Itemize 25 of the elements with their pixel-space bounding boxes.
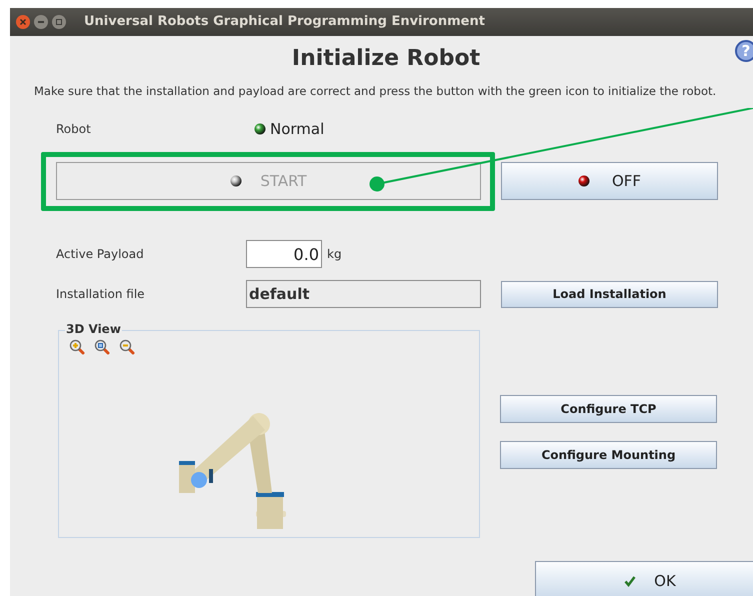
power-button[interactable]: OFF [501, 162, 718, 200]
payload-unit: kg [327, 246, 342, 263]
checkmark-icon [624, 575, 636, 587]
zoom-fit-icon[interactable] [94, 339, 110, 355]
configure-mounting-button[interactable]: Configure Mounting [500, 441, 717, 469]
payload-field[interactable]: 0.0 [246, 240, 322, 268]
minimize-button[interactable] [34, 15, 48, 29]
page-heading: Initialize Robot [292, 45, 480, 73]
load-installation-button[interactable]: Load Installation [501, 280, 718, 308]
start-indicator-icon [230, 175, 242, 187]
instruction-text: Make sure that the installation and payload are correct and press the button with the green icon to initialize the robot. [34, 83, 718, 99]
installation-field[interactable]: default [246, 280, 481, 308]
close-icon [19, 18, 27, 26]
payload-label: Active Payload [56, 246, 145, 263]
configure-tcp-button[interactable]: Configure TCP [500, 395, 717, 423]
window-title: Universal Robots Graphical Programming Environment [84, 13, 485, 32]
view-3d-title: 3D View [65, 322, 122, 336]
maximize-button[interactable] [52, 15, 66, 29]
close-button[interactable] [16, 15, 30, 29]
zoom-out-icon[interactable] [119, 339, 135, 355]
robot-label: Robot [56, 121, 92, 138]
robot-status: Normal [270, 118, 324, 140]
ok-button[interactable]: OK [535, 561, 753, 596]
installation-label: Installation file [56, 286, 146, 303]
zoom-in-icon[interactable] [69, 339, 85, 355]
